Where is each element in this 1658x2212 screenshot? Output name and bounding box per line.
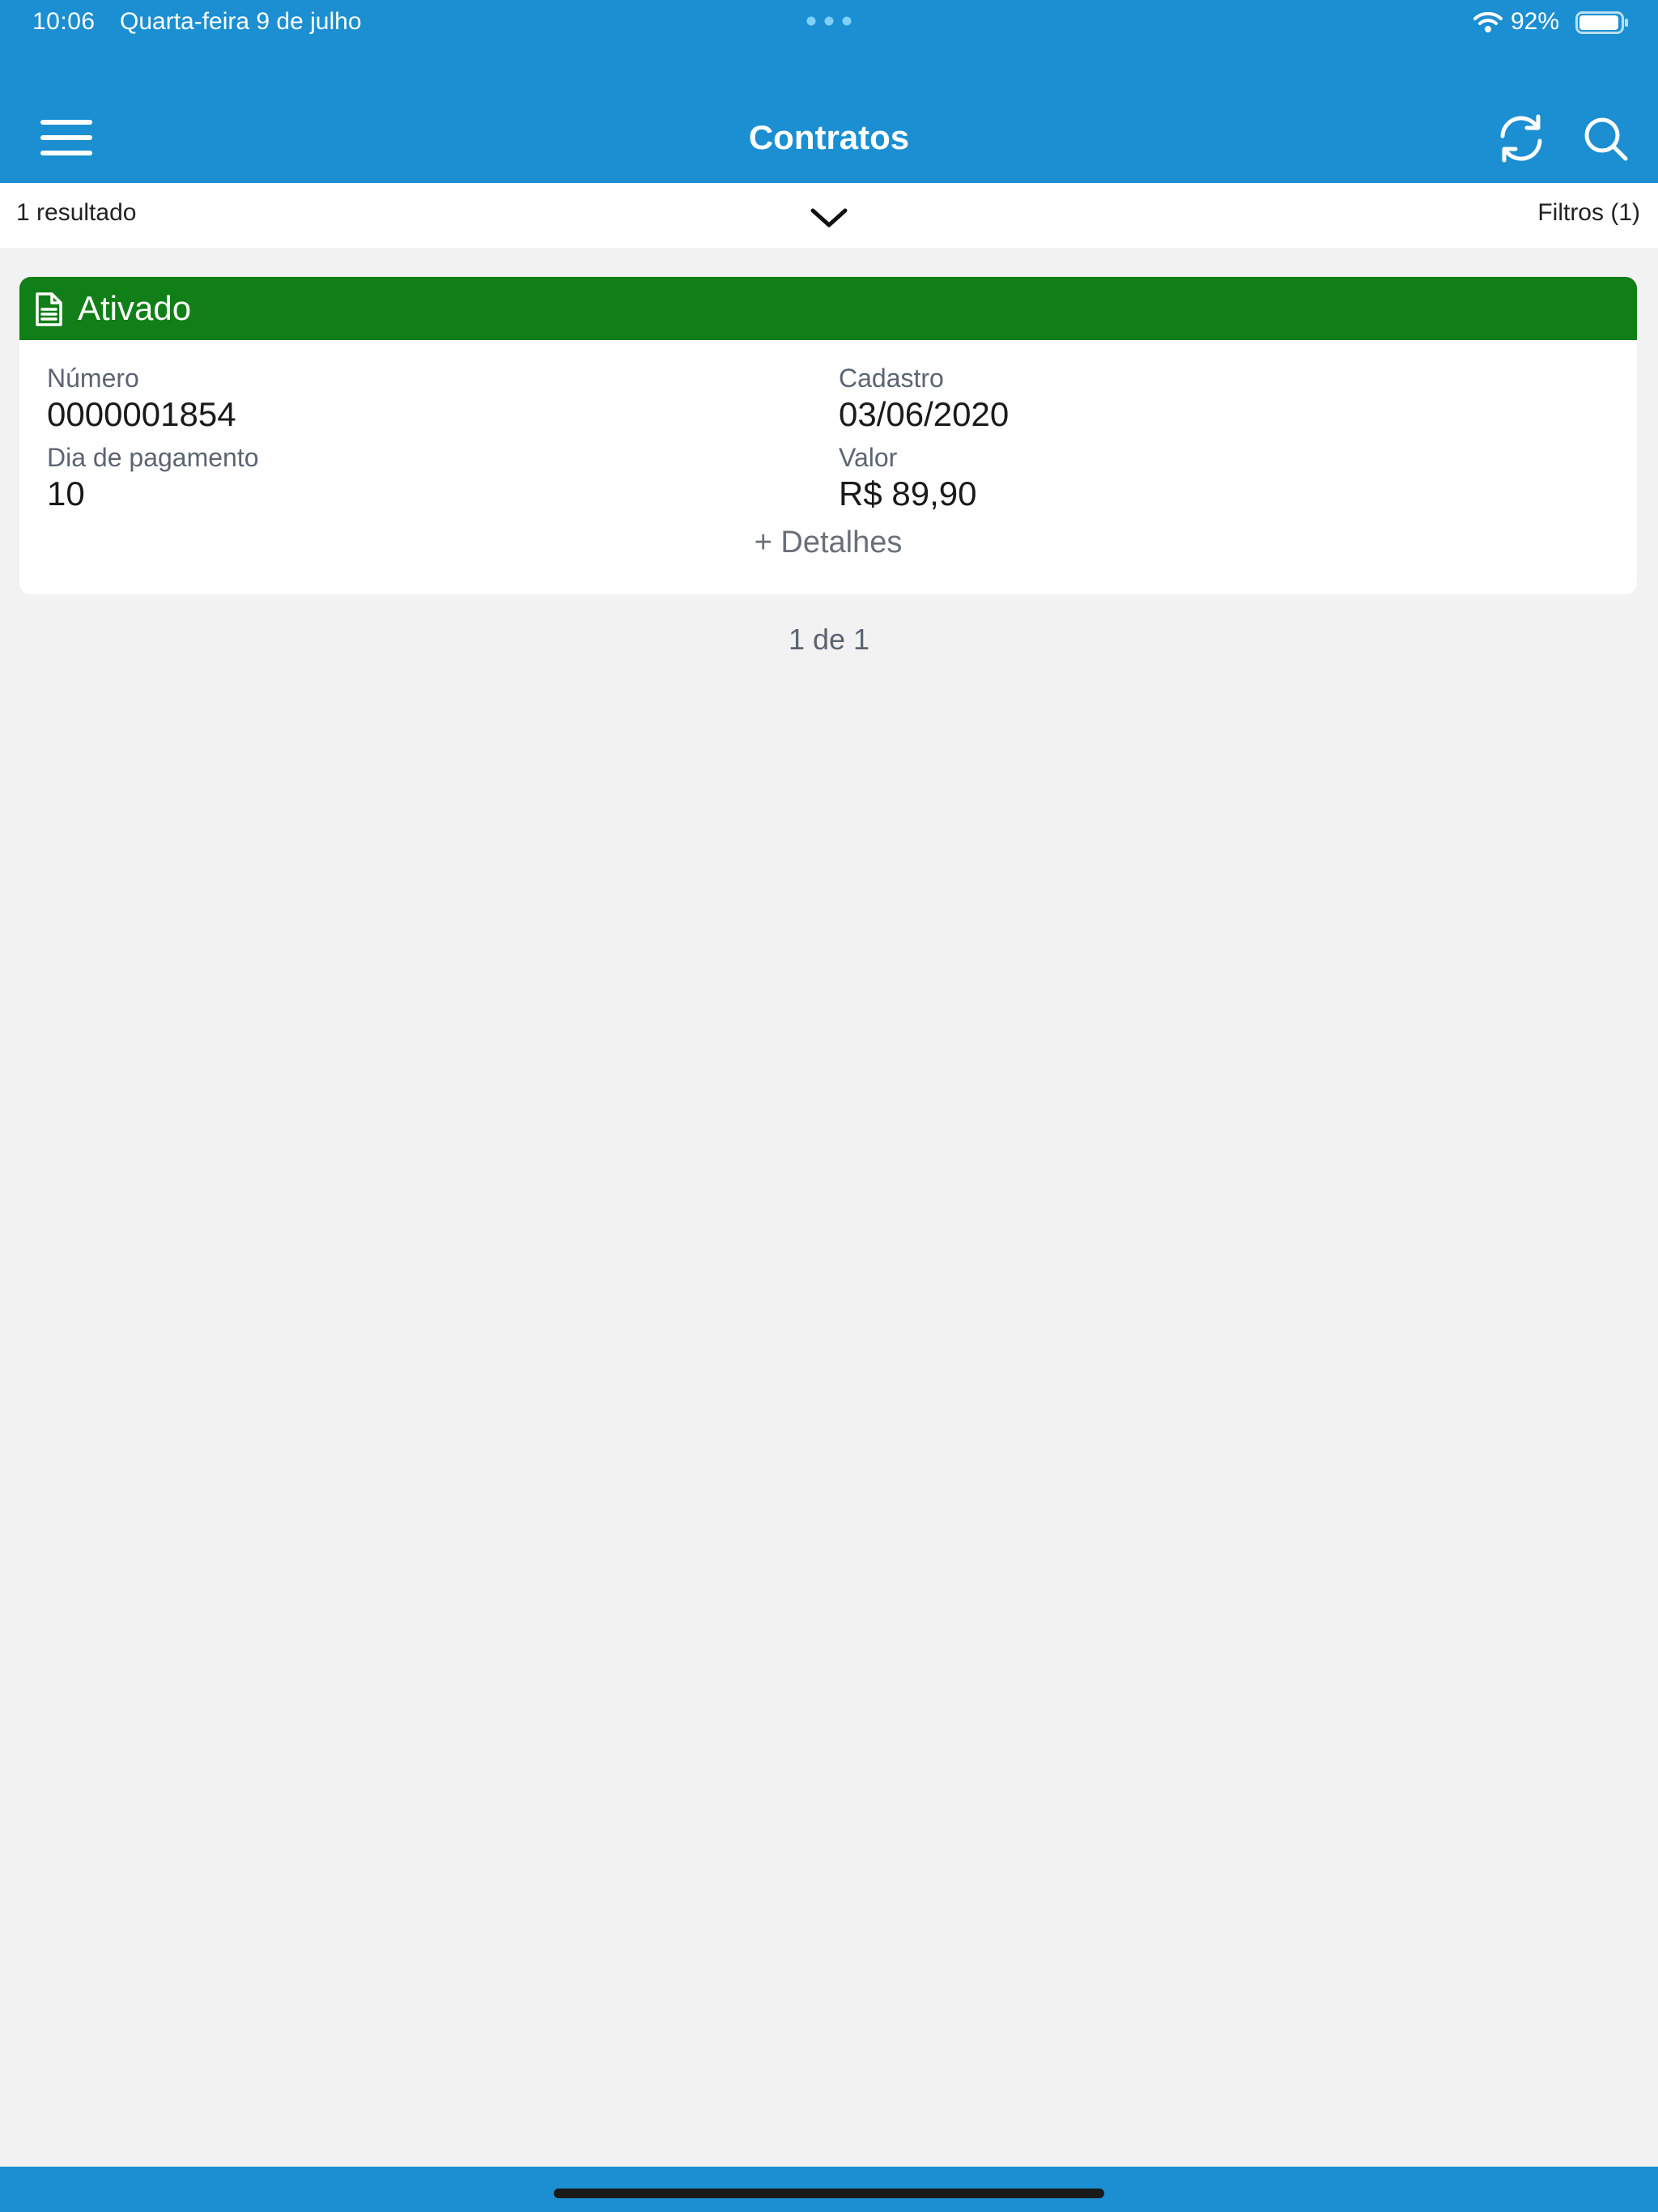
contract-status: Ativado (78, 289, 192, 327)
contract-card[interactable]: Ativado Número 0000001854 Cadastro 03/06… (19, 277, 1637, 594)
filters-button[interactable]: Filtros (1) (1537, 199, 1640, 227)
status-time: 10:06 (32, 8, 96, 35)
dia-pagamento-value: 10 (47, 474, 85, 513)
cadastro-value: 03/06/2020 (839, 395, 1010, 433)
home-indicator[interactable] (554, 2189, 1104, 2198)
valor-value: R$ 89,90 (839, 474, 977, 513)
details-link[interactable]: + Detalhes (19, 525, 1637, 560)
wifi-icon (1473, 11, 1503, 32)
numero-label: Número (47, 364, 139, 393)
cadastro-label: Cadastro (839, 364, 944, 393)
dia-pagamento-label: Dia de pagamento (47, 443, 259, 472)
battery-percentage: 92% (1511, 8, 1560, 35)
battery-icon (1575, 11, 1628, 34)
multitasking-dots-icon[interactable] (806, 16, 852, 26)
app-header: 10:06 Quarta-feira 9 de julho 92% Contra… (0, 0, 1658, 183)
document-icon (36, 292, 62, 326)
search-icon[interactable] (1582, 115, 1629, 162)
valor-label: Valor (839, 443, 898, 472)
contract-status-header: Ativado (19, 277, 1637, 340)
status-date: Quarta-feira 9 de julho (120, 8, 362, 35)
numero-value: 0000001854 (47, 395, 236, 433)
result-count: 1 resultado (16, 199, 137, 226)
chevron-down-icon[interactable] (806, 199, 852, 235)
page-title: Contratos (748, 118, 910, 156)
results-bar: 1 resultado Filtros (1) (0, 183, 1658, 248)
refresh-icon[interactable] (1494, 112, 1548, 165)
pagination-indicator: 1 de 1 (788, 623, 870, 656)
